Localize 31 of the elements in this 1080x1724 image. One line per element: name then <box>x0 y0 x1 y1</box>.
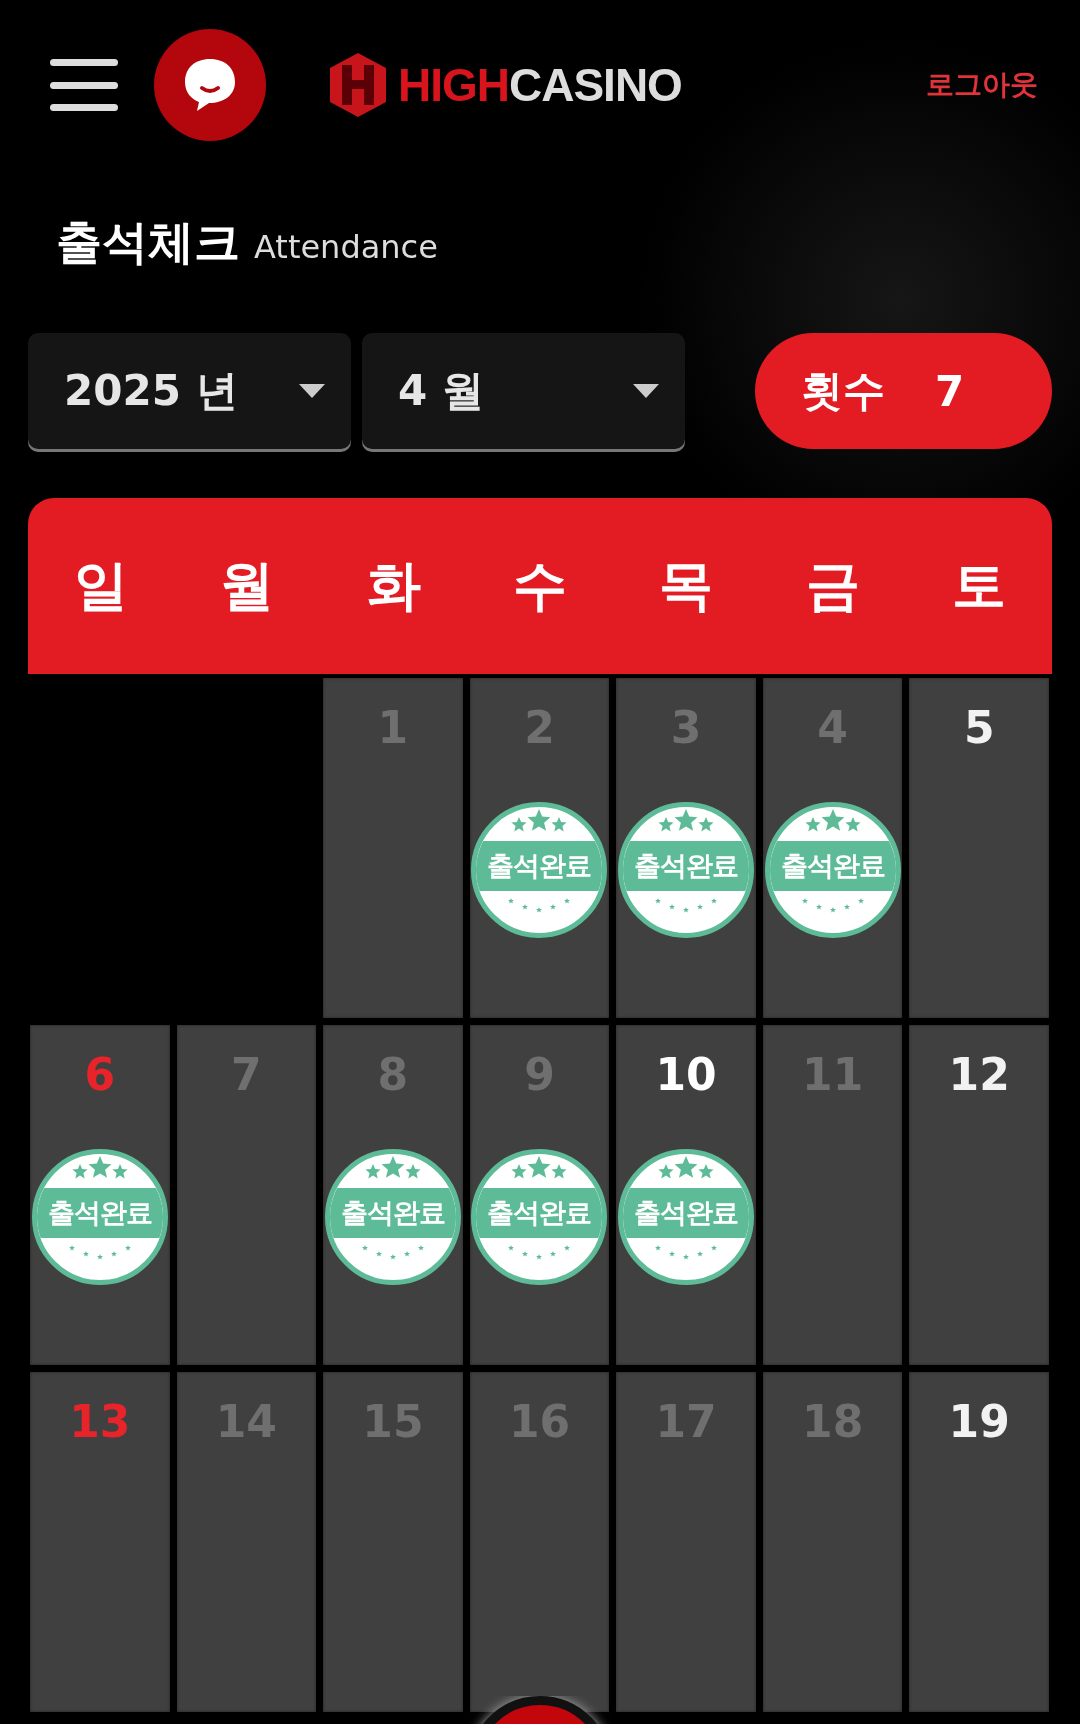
weekday-label: 화 <box>366 552 421 619</box>
stamp-text: 출석완료 <box>47 1196 152 1230</box>
month-select[interactable]: 4 월 <box>362 333 685 449</box>
day-number: 10 <box>655 1053 717 1097</box>
weekday-label: 월 <box>220 552 275 619</box>
day-number: 6 <box>84 1053 116 1097</box>
day-number: 12 <box>948 1053 1010 1097</box>
logo-text: HIGHCASINO <box>398 58 682 112</box>
stamp-text: 출석완료 <box>780 849 885 883</box>
menu-icon[interactable] <box>50 59 118 111</box>
weekday-label: 일 <box>74 552 129 619</box>
stamp-text: 출석완료 <box>487 1196 592 1230</box>
stamp-text: 출석완료 <box>340 1196 445 1230</box>
page-subtitle: Attendance <box>254 228 438 266</box>
weekday-label: 수 <box>513 552 567 619</box>
count-label: 횟수 <box>801 365 885 417</box>
weekday-label: 토 <box>951 552 1006 619</box>
caret-icon <box>633 384 659 398</box>
day-number: 5 <box>963 706 995 750</box>
stamp-text: 출석완료 <box>634 1196 739 1230</box>
day-number: 19 <box>948 1400 1010 1444</box>
caret-icon <box>299 384 325 398</box>
weekday-label: 목 <box>659 552 714 619</box>
count-value: 7 <box>935 366 965 416</box>
stamp-text: 출석완료 <box>634 849 739 883</box>
stamp-text: 출석완료 <box>487 849 592 883</box>
page-title: 출석체크 <box>56 214 240 271</box>
year-select[interactable]: 2025 년 <box>28 333 351 449</box>
logout-link[interactable]: 로그아웃 <box>926 66 1038 104</box>
weekday-label: 금 <box>805 552 860 619</box>
day-number: 13 <box>69 1400 131 1444</box>
